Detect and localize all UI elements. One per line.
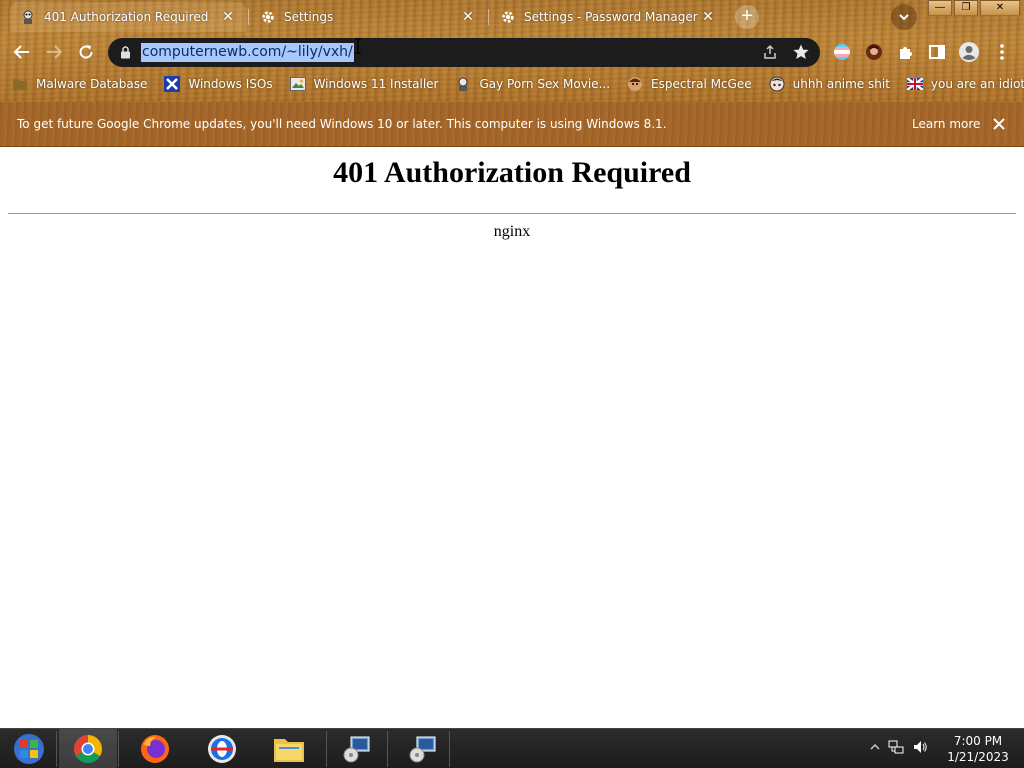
learn-more-link[interactable]: Learn more — [912, 117, 980, 131]
tab-strip: 401 Authorization Required ✕ Settings ✕ … — [0, 0, 1024, 34]
tab-title: 401 Authorization Required — [44, 10, 209, 24]
folder-icon — [12, 76, 28, 92]
close-icon[interactable]: ✕ — [700, 9, 716, 25]
show-hidden-icons-button[interactable] — [870, 743, 880, 751]
forward-button[interactable] — [41, 39, 67, 65]
taskbar-separator — [387, 731, 388, 767]
clock-date: 1/21/2023 — [947, 750, 1009, 764]
bookmark-label: uhhh anime shit — [792, 77, 890, 91]
url-text[interactable]: computernewb.com/~lily/vxh/ — [141, 43, 354, 62]
network-icon[interactable] — [888, 739, 904, 755]
firefox-icon — [141, 735, 169, 763]
taskbar-chrome[interactable] — [59, 729, 117, 768]
taskbar-installer-2[interactable] — [393, 729, 451, 768]
bookmark-malware-database[interactable]: Malware Database — [12, 76, 147, 92]
profile-icon[interactable] — [958, 41, 980, 63]
infobar-message: To get future Google Chrome updates, you… — [17, 117, 667, 131]
installer-icon — [343, 736, 370, 763]
tab-search-button[interactable] — [891, 4, 917, 30]
forward-arrow-icon — [47, 45, 63, 59]
taskbar-installer[interactable] — [327, 729, 385, 768]
share-icon[interactable] — [762, 44, 778, 65]
volume-icon[interactable] — [912, 739, 928, 755]
address-bar[interactable]: computernewb.com/~lily/vxh/ — [108, 38, 820, 67]
tab-separator — [248, 9, 249, 25]
minimize-button[interactable]: — — [928, 0, 952, 16]
bookmark-label: you are an idiot! — [930, 77, 1024, 91]
bookmark-star-icon[interactable] — [792, 43, 810, 66]
taskbar-separator — [118, 731, 119, 767]
taskbar-separator — [56, 731, 57, 767]
menu-dots-icon[interactable] — [991, 41, 1013, 63]
close-icon[interactable]: ✕ — [460, 9, 476, 25]
bookmark-windows-isos[interactable]: Windows ISOs — [164, 76, 273, 92]
bookmarks-bar: Malware Database Windows ISOs Windows 11… — [0, 70, 1024, 98]
site-icon — [20, 9, 36, 25]
chrome-icon — [74, 735, 102, 763]
side-panel-icon[interactable] — [926, 41, 948, 63]
image-icon — [289, 76, 306, 92]
taskbar-firefox[interactable] — [126, 729, 184, 768]
taskbar: 7:00 PM 1/21/2023 — [0, 728, 1024, 768]
site-icon — [455, 76, 471, 92]
reload-icon — [79, 45, 93, 59]
new-tab-button[interactable]: + — [735, 5, 759, 29]
bookmark-label: Malware Database — [36, 77, 148, 91]
taskbar-file-explorer[interactable] — [260, 729, 318, 768]
bookmark-label: Espectral McGee — [651, 77, 752, 91]
bookmark-anime[interactable]: uhhh anime shit — [769, 76, 890, 92]
toolbar: computernewb.com/~lily/vxh/ — [0, 34, 1024, 70]
start-button[interactable] — [0, 729, 58, 768]
clock[interactable]: 7:00 PM 1/21/2023 — [935, 733, 1021, 765]
chevron-up-icon — [870, 743, 880, 750]
restore-button[interactable]: ❐ — [954, 0, 978, 16]
lock-icon[interactable] — [120, 46, 131, 64]
x-icon — [164, 76, 181, 92]
gear-icon — [500, 9, 516, 25]
opera-icon — [208, 735, 236, 763]
chevron-down-icon — [899, 14, 909, 21]
clock-time: 7:00 PM — [953, 734, 1003, 748]
close-icon[interactable] — [991, 116, 1007, 132]
puzzle-extensions-icon[interactable] — [895, 41, 917, 63]
taskbar-opera[interactable] — [193, 729, 251, 768]
divider — [8, 213, 1016, 214]
page-title: 401 Authorization Required — [333, 156, 691, 189]
bookmark-windows-11-installer[interactable]: Windows 11 Installer — [289, 76, 439, 92]
page-content: 401 Authorization Required nginx — [0, 147, 1024, 728]
installer-icon — [409, 736, 436, 763]
back-arrow-icon — [13, 45, 29, 59]
bookmark-espectral-mcgee[interactable]: Espectral McGee — [627, 76, 752, 92]
text-cursor-icon — [355, 38, 361, 54]
reload-button[interactable] — [73, 39, 99, 65]
tab-title: Settings — [284, 10, 334, 24]
flag-icon — [906, 76, 923, 92]
taskbar-separator — [449, 731, 450, 767]
tab-settings[interactable]: Settings ✕ — [250, 2, 486, 32]
bookmark-you-are-an-idiot[interactable]: you are an idiot! — [906, 76, 1024, 92]
tab-separator — [488, 9, 489, 25]
tab-title: Settings - Password Manager — [524, 10, 698, 24]
system-tray — [870, 739, 936, 755]
trans-flag-extension-icon[interactable] — [831, 41, 853, 63]
face-icon — [627, 76, 643, 92]
windows-start-icon — [14, 734, 44, 764]
window-close-button[interactable]: ✕ — [980, 0, 1020, 16]
bookmark-site[interactable]: Gay Porn Sex Movie... — [455, 76, 610, 92]
update-infobar: To get future Google Chrome updates, you… — [0, 102, 1024, 147]
bookmark-label: Windows ISOs — [188, 77, 273, 91]
folder-icon — [274, 739, 304, 762]
back-button[interactable] — [9, 39, 35, 65]
server-name: nginx — [493, 223, 531, 240]
bookmark-label: Windows 11 Installer — [313, 77, 439, 91]
anime-icon — [769, 76, 785, 92]
tab-401[interactable]: 401 Authorization Required ✕ — [10, 2, 246, 32]
window-controls: — ❐ ✕ — [928, 0, 1022, 18]
close-icon[interactable]: ✕ — [220, 9, 236, 25]
avatar-extension-icon[interactable] — [863, 41, 885, 63]
gear-icon — [260, 9, 276, 25]
bookmark-label: Gay Porn Sex Movie... — [479, 77, 611, 91]
tab-password-manager[interactable]: Settings - Password Manager ✕ — [490, 2, 726, 32]
